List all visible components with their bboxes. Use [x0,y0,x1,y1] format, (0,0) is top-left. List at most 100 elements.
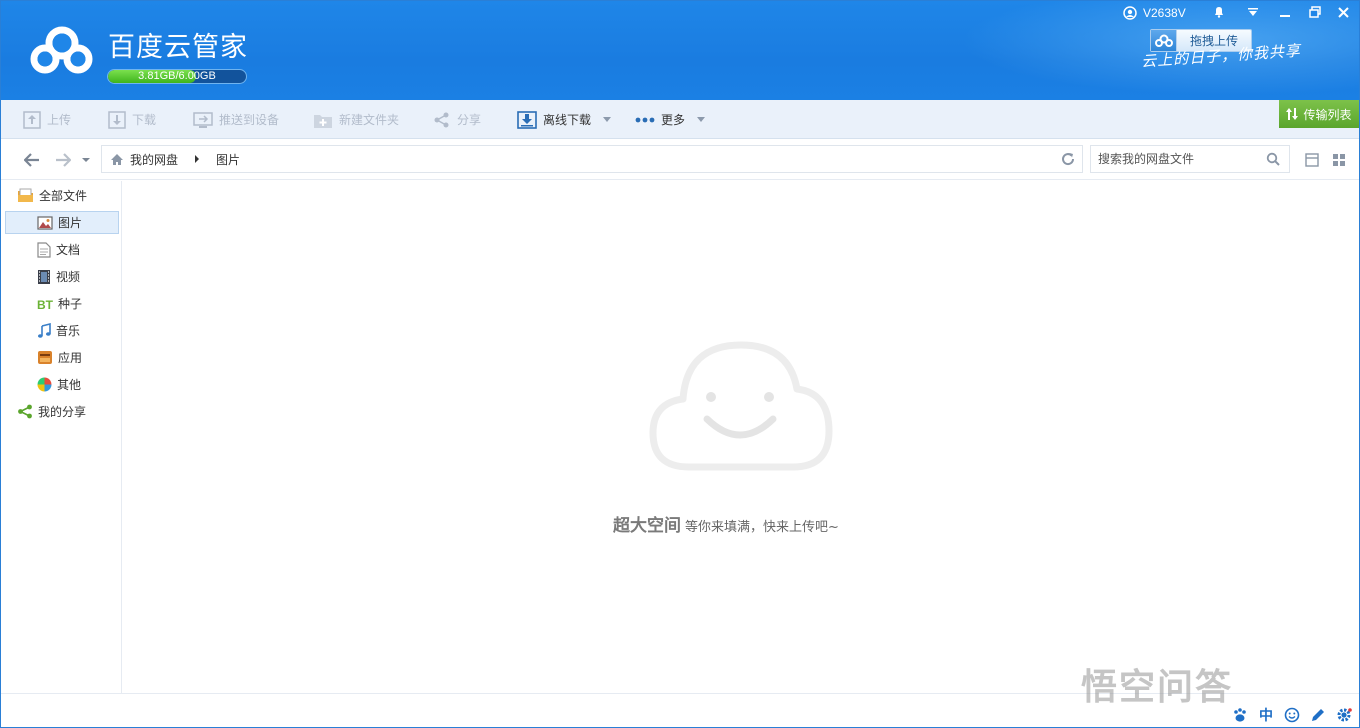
grid-view-icon[interactable] [1332,153,1346,167]
share-icon [18,404,32,419]
notification-button[interactable] [1205,2,1233,22]
back-button[interactable] [21,150,43,170]
empty-state-message: 超大空间 等你来填满，快来上传吧~ [613,511,839,536]
search-input[interactable] [1098,152,1266,166]
video-icon [38,269,50,284]
new-folder-icon [314,114,332,128]
sidebar-item-label: 我的分享 [38,405,87,419]
forward-button[interactable] [53,150,73,170]
smiley-icon[interactable] [1283,706,1301,724]
storage-quota-text: 3.81GB/6.00GB [138,70,216,82]
more-button[interactable]: 更多 [635,100,706,139]
breadcrumb-separator-icon[interactable] [192,154,202,164]
music-icon [38,322,51,338]
refresh-icon[interactable] [1060,151,1076,167]
restore-icon [1309,6,1321,18]
offline-download-label: 离线下载 [543,113,592,127]
share-icon [434,112,449,127]
toolbar: 上传 下载 推送到设备 新建文件夹 分享 离线下载 更多 [1,100,1359,139]
download-button[interactable]: 下载 [108,100,156,139]
search-box [1090,145,1290,173]
transfer-list-label: 传输列表 [1303,107,1352,122]
arrow-left-icon [24,153,39,167]
chevron-down-icon [82,158,90,162]
download-label: 下载 [132,113,157,127]
baidu-paw-icon[interactable] [1231,706,1249,724]
sidebar: 全部文件 图片 文档 视频 BT 种子 音乐 应用 其他 我的分享 [1,181,122,693]
other-icon [37,377,52,392]
sidebar-item-label: 文档 [56,243,81,257]
app-icon [38,351,52,364]
minimize-button[interactable] [1271,2,1299,22]
watermark-text: 悟空问答 [1081,667,1234,708]
ime-indicator[interactable]: 中 [1257,706,1275,724]
baidu-cloud-logo-icon [30,26,93,74]
chevron-down-icon [697,117,706,122]
more-label: 更多 [661,113,686,127]
sidebar-item-label: 音乐 [56,324,81,338]
home-icon [111,153,123,165]
sidebar-item-label: 全部文件 [39,189,88,203]
storage-quota-bar: 3.81GB/6.00GB [107,69,247,84]
offline-download-icon [517,110,537,129]
menu-dropdown-icon [1248,8,1258,16]
sidebar-item-documents[interactable]: 文档 [37,238,80,261]
push-to-device-label: 推送到设备 [219,113,280,127]
download-icon [108,110,126,129]
sidebar-item-label: 视频 [56,270,81,284]
sidebar-item-pictures[interactable]: 图片 [5,211,119,234]
user-account[interactable]: V2638V [1123,4,1186,22]
push-to-device-button[interactable]: 推送到设备 [193,100,279,139]
edit-pencil-icon[interactable] [1309,706,1327,724]
transfer-arrows-icon [1286,108,1299,120]
user-avatar-icon [1123,6,1137,20]
chevron-down-icon [603,117,612,122]
empty-state-subtitle: 等你来填满，快来上传吧~ [685,520,839,535]
bell-icon [1215,7,1223,18]
sidebar-item-torrents[interactable]: BT 种子 [37,292,82,315]
upload-label: 上传 [47,113,72,127]
bt-icon: BT [37,298,53,310]
share-label: 分享 [457,113,482,127]
sidebar-item-label: 其他 [57,378,82,392]
push-device-icon [193,111,213,128]
upload-button[interactable]: 上传 [23,100,71,139]
sidebar-item-label: 种子 [58,297,83,311]
sidebar-item-other[interactable]: 其他 [37,373,81,396]
transfer-list-button[interactable]: 传输列表 [1279,100,1359,128]
more-dots-icon [635,117,655,122]
new-folder-button[interactable]: 新建文件夹 [313,100,399,139]
system-tray: 中 [1231,704,1353,726]
breadcrumb: 我的网盘 图片 [101,145,1083,173]
history-dropdown-button[interactable] [79,150,93,170]
upload-icon [23,110,41,129]
title-bar: 百度云管家 3.81GB/6.00GB V2638V 拖拽上传 云上的日子，你我… [1,1,1359,100]
menu-dropdown-button[interactable] [1239,2,1267,22]
new-folder-label: 新建文件夹 [339,113,400,127]
baidu-cloud-window: 百度云管家 3.81GB/6.00GB V2638V 拖拽上传 云上的日子，你我… [0,0,1360,728]
breadcrumb-root[interactable]: 我的网盘 [130,151,178,168]
sidebar-item-apps[interactable]: 应用 [37,346,82,369]
sidebar-item-my-shares[interactable]: 我的分享 [17,400,86,423]
maximize-button[interactable] [1301,2,1329,22]
sidebar-item-all-files[interactable]: 全部文件 [17,184,87,207]
close-icon [1337,6,1349,18]
close-button[interactable] [1329,2,1357,22]
offline-download-button[interactable]: 离线下载 [517,100,612,139]
search-icon[interactable] [1266,152,1280,166]
username: V2638V [1143,6,1186,20]
list-view-icon[interactable] [1305,153,1319,167]
sidebar-item-videos[interactable]: 视频 [37,265,80,288]
share-button[interactable]: 分享 [433,100,481,139]
svg-text:BT: BT [37,298,53,310]
breadcrumb-current[interactable]: 图片 [216,151,240,168]
sidebar-item-label: 图片 [58,216,83,230]
minimize-icon [1280,15,1290,17]
empty-state-title: 超大空间 [613,516,681,536]
app-title: 百度云管家 [108,32,248,63]
settings-gear-icon[interactable] [1335,706,1353,724]
sidebar-item-music[interactable]: 音乐 [37,319,80,342]
folder-all-icon [18,188,33,202]
navigation-bar: 我的网盘 图片 [1,140,1359,180]
sidebar-item-label: 应用 [58,351,83,365]
